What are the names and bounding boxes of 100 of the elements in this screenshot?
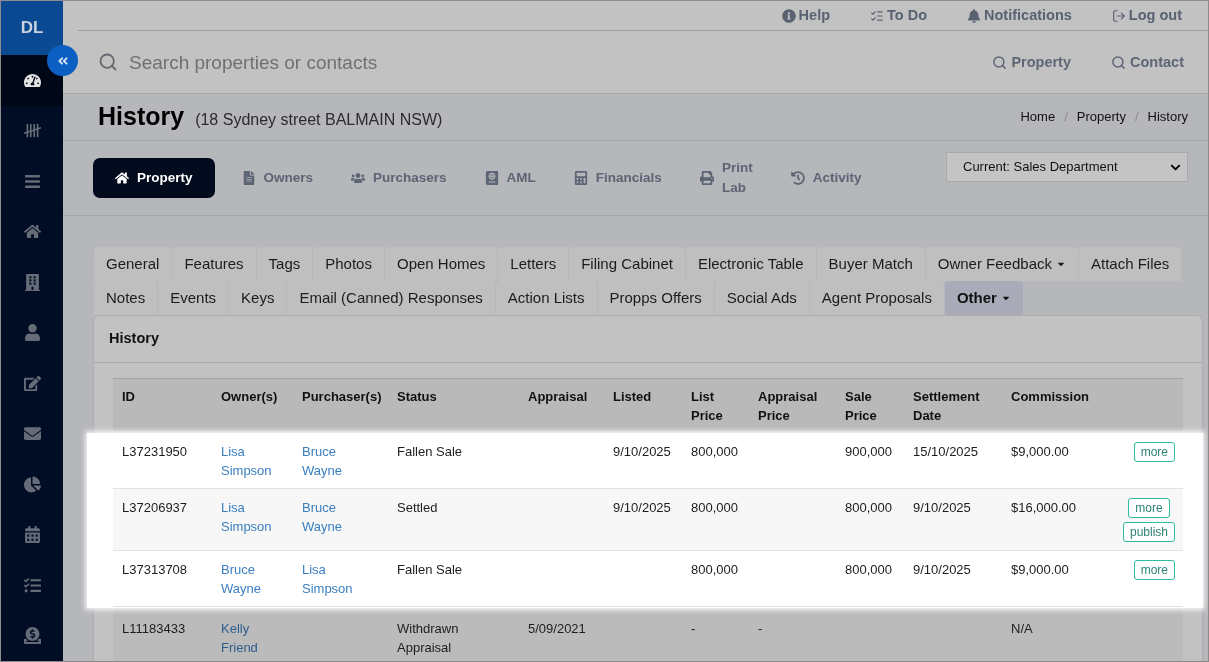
column-header: Appraisal bbox=[528, 389, 588, 404]
gauge-icon bbox=[23, 71, 41, 89]
breadcrumb-separator: / bbox=[1133, 108, 1140, 127]
column-header: Listed bbox=[613, 389, 652, 404]
table-cell: 9/10/2025 bbox=[613, 500, 671, 515]
column-header: Settlement Date bbox=[913, 389, 980, 423]
row-action-button[interactable]: more bbox=[1128, 498, 1170, 518]
column-header: Sale Price bbox=[845, 389, 877, 423]
calendar-icon bbox=[23, 526, 41, 544]
section-tab[interactable]: Notes bbox=[94, 281, 158, 315]
person-icon bbox=[23, 324, 41, 342]
search-icon bbox=[1111, 55, 1126, 70]
owner-link[interactable]: Lisa Simpson bbox=[221, 498, 272, 536]
section-tab[interactable]: Events bbox=[158, 281, 229, 315]
search-icon bbox=[98, 52, 118, 72]
section-tab[interactable]: Letters bbox=[498, 247, 569, 281]
row-action-button[interactable]: more bbox=[1133, 442, 1175, 462]
breadcrumb-separator: / bbox=[1063, 108, 1069, 127]
tally-icon bbox=[23, 122, 41, 140]
envelope-icon bbox=[23, 425, 41, 443]
history-icon bbox=[790, 171, 805, 185]
edit-icon bbox=[23, 374, 41, 392]
owner-link[interactable]: Lisa Simpson bbox=[221, 442, 272, 480]
section-tab[interactable]: Other bbox=[944, 281, 1023, 315]
column-header: Status bbox=[397, 389, 437, 404]
coin-icon bbox=[23, 627, 41, 645]
logo[interactable]: DL bbox=[1, 1, 63, 55]
section-tab[interactable]: Propps Offers bbox=[597, 281, 714, 315]
table-cell: - bbox=[691, 621, 696, 636]
section-tab[interactable]: Email (Canned) Responses bbox=[287, 281, 495, 315]
people-icon bbox=[351, 171, 366, 185]
table-cell: $9,000.00 bbox=[1011, 444, 1069, 459]
menu-icon bbox=[23, 172, 41, 190]
home-icon bbox=[23, 223, 41, 241]
home-icon bbox=[115, 171, 129, 185]
table-cell: Fallen Sale bbox=[397, 562, 463, 577]
table-cell: $9,000.00 bbox=[1011, 562, 1069, 577]
table-cell: L37206937 bbox=[122, 500, 188, 515]
table-cell: - bbox=[758, 621, 763, 636]
building-icon bbox=[23, 273, 41, 291]
table-cell: L11183433 bbox=[122, 621, 186, 636]
panel-title: History bbox=[109, 329, 159, 349]
table-cell: L37231950 bbox=[122, 444, 188, 459]
owner-link[interactable]: Kelly Friend bbox=[221, 619, 258, 657]
purchaser-link[interactable]: Bruce Wayne bbox=[302, 442, 342, 480]
breadcrumb-link[interactable]: Property bbox=[1076, 107, 1126, 127]
info-icon bbox=[781, 8, 796, 23]
section-tab[interactable]: Attach Files bbox=[1079, 247, 1182, 281]
column-header: Owner(s) bbox=[221, 389, 278, 404]
purchaser-link[interactable]: Bruce Wayne bbox=[302, 498, 342, 536]
pie-chart-icon bbox=[23, 475, 41, 493]
checklist-icon bbox=[23, 576, 41, 594]
column-header: ID bbox=[122, 389, 135, 404]
checklist-icon bbox=[870, 8, 885, 23]
column-header: List Price bbox=[691, 389, 723, 423]
table-cell: $16,000.00 bbox=[1011, 500, 1077, 515]
breadcrumb-link[interactable]: Home bbox=[1020, 107, 1056, 127]
section-tab[interactable]: Action Lists bbox=[495, 281, 597, 315]
table-cell: Fallen Sale bbox=[397, 444, 463, 459]
section-tab[interactable]: General bbox=[94, 247, 172, 281]
table-cell: Settled bbox=[397, 500, 438, 515]
column-header: Purchaser(s) bbox=[302, 389, 382, 404]
section-tab[interactable]: Photos bbox=[313, 247, 384, 281]
table-cell: 900,000 bbox=[845, 444, 892, 459]
table-cell: Withdrawn Appraisal bbox=[397, 621, 459, 655]
section-tab[interactable]: Keys bbox=[229, 281, 287, 315]
page-title: History bbox=[98, 101, 185, 133]
table-cell: 800,000 bbox=[845, 562, 892, 577]
department-select[interactable]: Current: Sales Department bbox=[946, 152, 1188, 182]
double-chevron-left-icon bbox=[56, 54, 69, 67]
logout-icon bbox=[1111, 8, 1126, 23]
owner-link[interactable]: Bruce Wayne bbox=[221, 560, 261, 598]
section-tab[interactable]: Social Ads bbox=[714, 281, 809, 315]
column-header: Commission bbox=[1011, 389, 1089, 404]
property-address: (18 Sydney street BALMAIN NSW) bbox=[195, 110, 443, 131]
table-cell: 800,000 bbox=[845, 500, 892, 515]
table-cell: 9/10/2025 bbox=[913, 500, 971, 515]
table-cell: 800,000 bbox=[691, 562, 738, 577]
property-tab[interactable]: Property bbox=[93, 158, 215, 198]
purchaser-link[interactable]: Lisa Simpson bbox=[302, 560, 353, 598]
search-field[interactable]: Search properties or contacts bbox=[63, 32, 993, 93]
section-tab[interactable]: Buyer Match bbox=[816, 247, 925, 281]
section-tab[interactable]: Open Homes bbox=[384, 247, 498, 281]
section-tab[interactable]: Features bbox=[172, 247, 256, 281]
calculator-icon bbox=[573, 171, 588, 185]
section-tab[interactable]: Agent Proposals bbox=[809, 281, 944, 315]
table-cell: 9/10/2025 bbox=[613, 444, 671, 459]
document-icon bbox=[241, 171, 256, 185]
table-cell: N/A bbox=[1011, 621, 1033, 636]
section-tab[interactable]: Electronic Table bbox=[685, 247, 816, 281]
table-cell: 9/10/2025 bbox=[913, 562, 971, 577]
section-tab[interactable]: Tags bbox=[256, 247, 313, 281]
section-tab[interactable]: Owner Feedback bbox=[925, 247, 1078, 281]
table-cell: 800,000 bbox=[691, 500, 738, 515]
table-cell: L37313708 bbox=[122, 562, 188, 577]
table-cell: 5/09/2021 bbox=[528, 621, 586, 636]
section-tab[interactable]: Filing Cabinet bbox=[569, 247, 685, 281]
row-action-button[interactable]: publish bbox=[1122, 522, 1175, 542]
row-action-button[interactable]: more bbox=[1133, 560, 1175, 580]
column-header: Appraisal Price bbox=[758, 389, 818, 423]
